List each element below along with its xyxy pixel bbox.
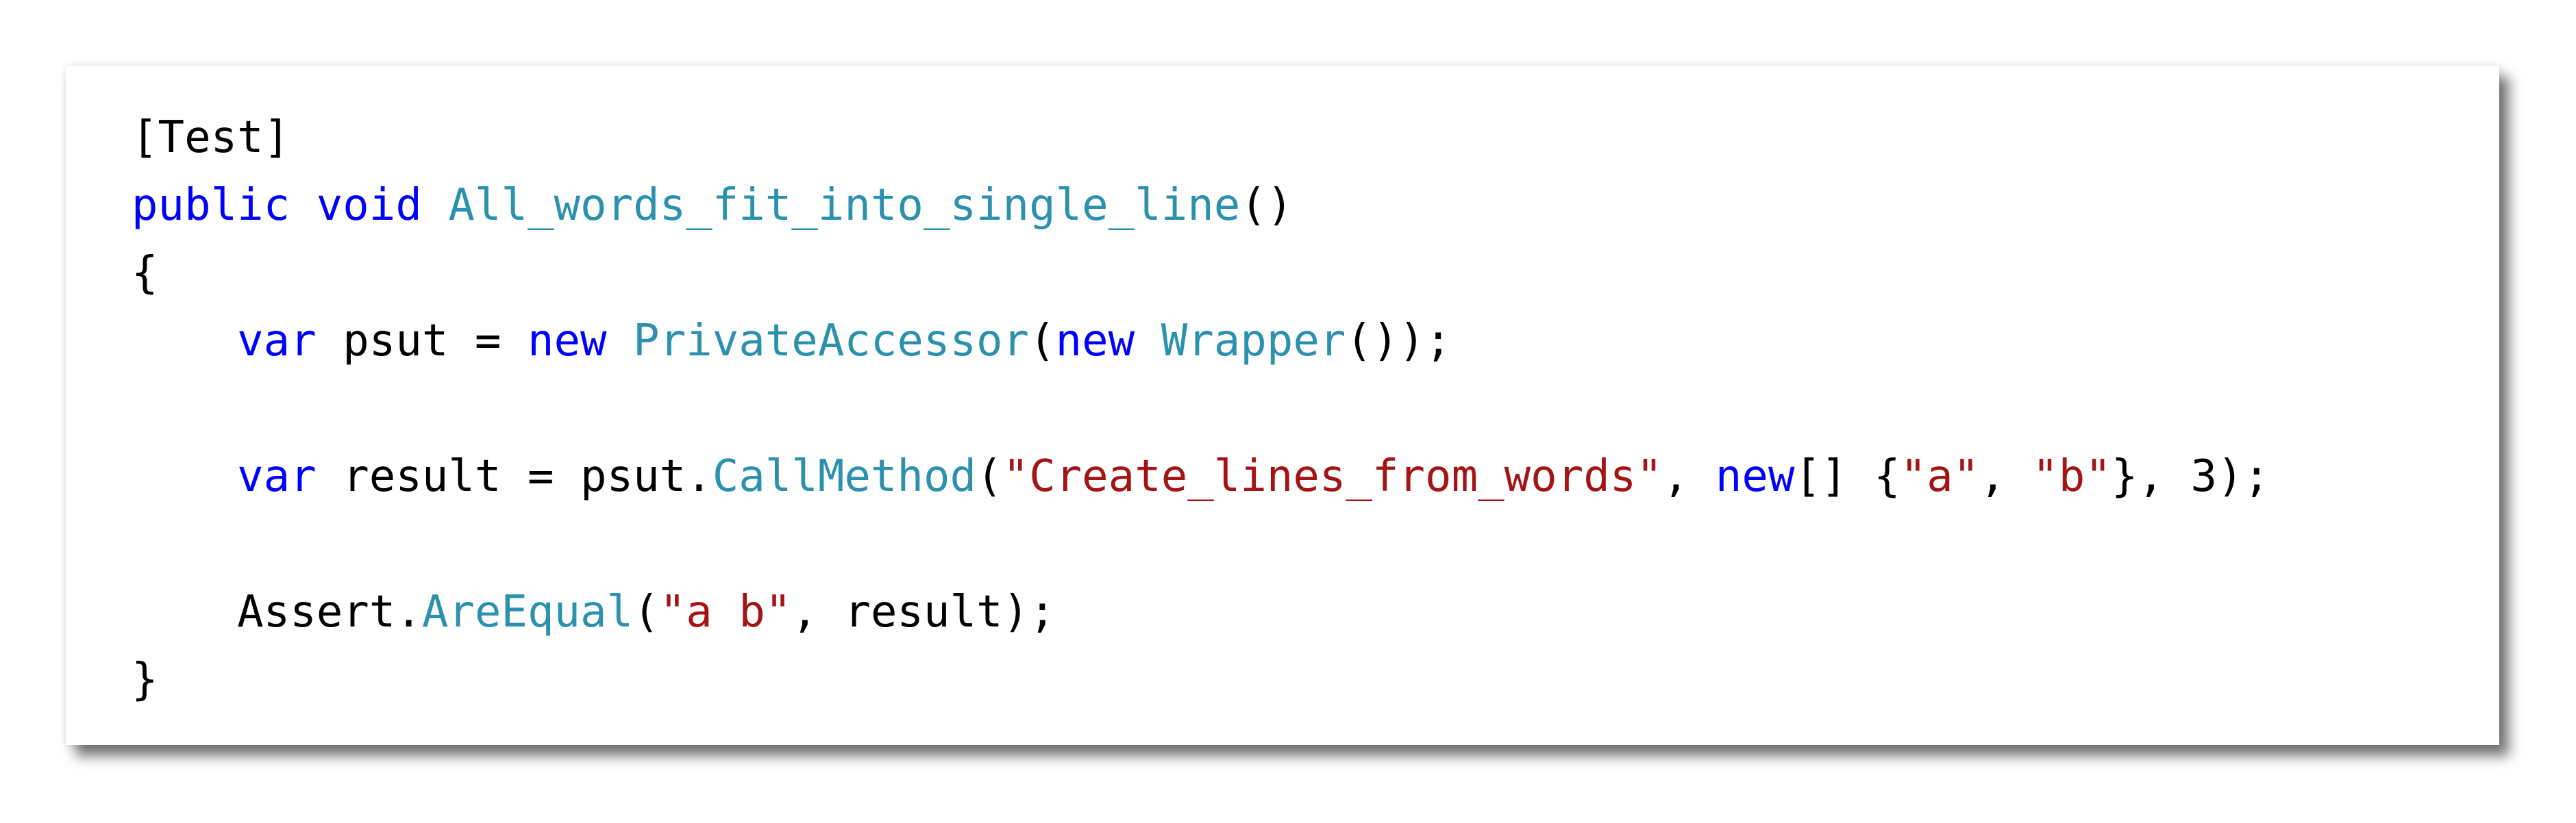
code-line-1: [Test] (132, 104, 2270, 172)
close-brace: } (132, 655, 158, 705)
psut-assignment: psut = (316, 316, 528, 366)
statement-tail: ()); (1346, 316, 1452, 366)
array-brackets: [] { (1794, 451, 1900, 502)
comma: , (1662, 451, 1716, 502)
statement-tail: , result); (791, 587, 1056, 637)
open-brace: { (132, 248, 158, 299)
keyword-new: new (1715, 451, 1795, 502)
code-line-4: var psut = new PrivateAccessor(new Wrapp… (132, 307, 2270, 375)
paren-open: ( (976, 451, 1003, 502)
page: [Test] public void All_words_fit_into_sin… (0, 0, 2576, 823)
code-line-2: public void All_words_fit_into_single_li… (132, 172, 2270, 240)
method-call-name: CallMethod (712, 451, 976, 502)
comma: , (1979, 451, 2033, 502)
paren-open: ( (633, 587, 660, 637)
code-line-3: { (132, 240, 2270, 307)
statement-tail: }, 3); (2111, 451, 2270, 502)
keyword-new: new (527, 316, 607, 366)
code-line-8: Assert.AreEqual("a b", result); (132, 579, 2270, 646)
code-panel: [Test] public void All_words_fit_into_sin… (66, 66, 2499, 745)
string-b: "b" (2032, 451, 2111, 502)
paren-open: ( (1029, 316, 1056, 366)
type-wrapper: Wrapper (1161, 316, 1346, 366)
string-method-name: "Create_lines_from_words" (1002, 451, 1663, 502)
test-attribute: [Test] (132, 112, 290, 163)
keyword-new: new (1055, 316, 1135, 366)
code-block: [Test] public void All_words_fit_into_sin… (132, 104, 2270, 714)
type-private-accessor: PrivateAccessor (633, 316, 1030, 366)
test-method-name: All_words_fit_into_single_line (448, 180, 1241, 231)
method-parens: () (1240, 180, 1293, 231)
string-a-b: "a b" (659, 587, 792, 637)
assert-class: Assert. (237, 587, 422, 637)
keyword-public: public (132, 180, 290, 231)
code-line-6: var result = psut.CallMethod("Create_lin… (132, 443, 2270, 511)
keyword-void: void (316, 180, 422, 231)
result-assignment: result = psut. (316, 451, 713, 502)
code-line-9: } (132, 646, 2270, 714)
keyword-var: var (237, 316, 317, 366)
assert-method: AreEqual (421, 587, 634, 637)
keyword-var: var (237, 451, 317, 502)
string-a: "a" (1900, 451, 1980, 502)
